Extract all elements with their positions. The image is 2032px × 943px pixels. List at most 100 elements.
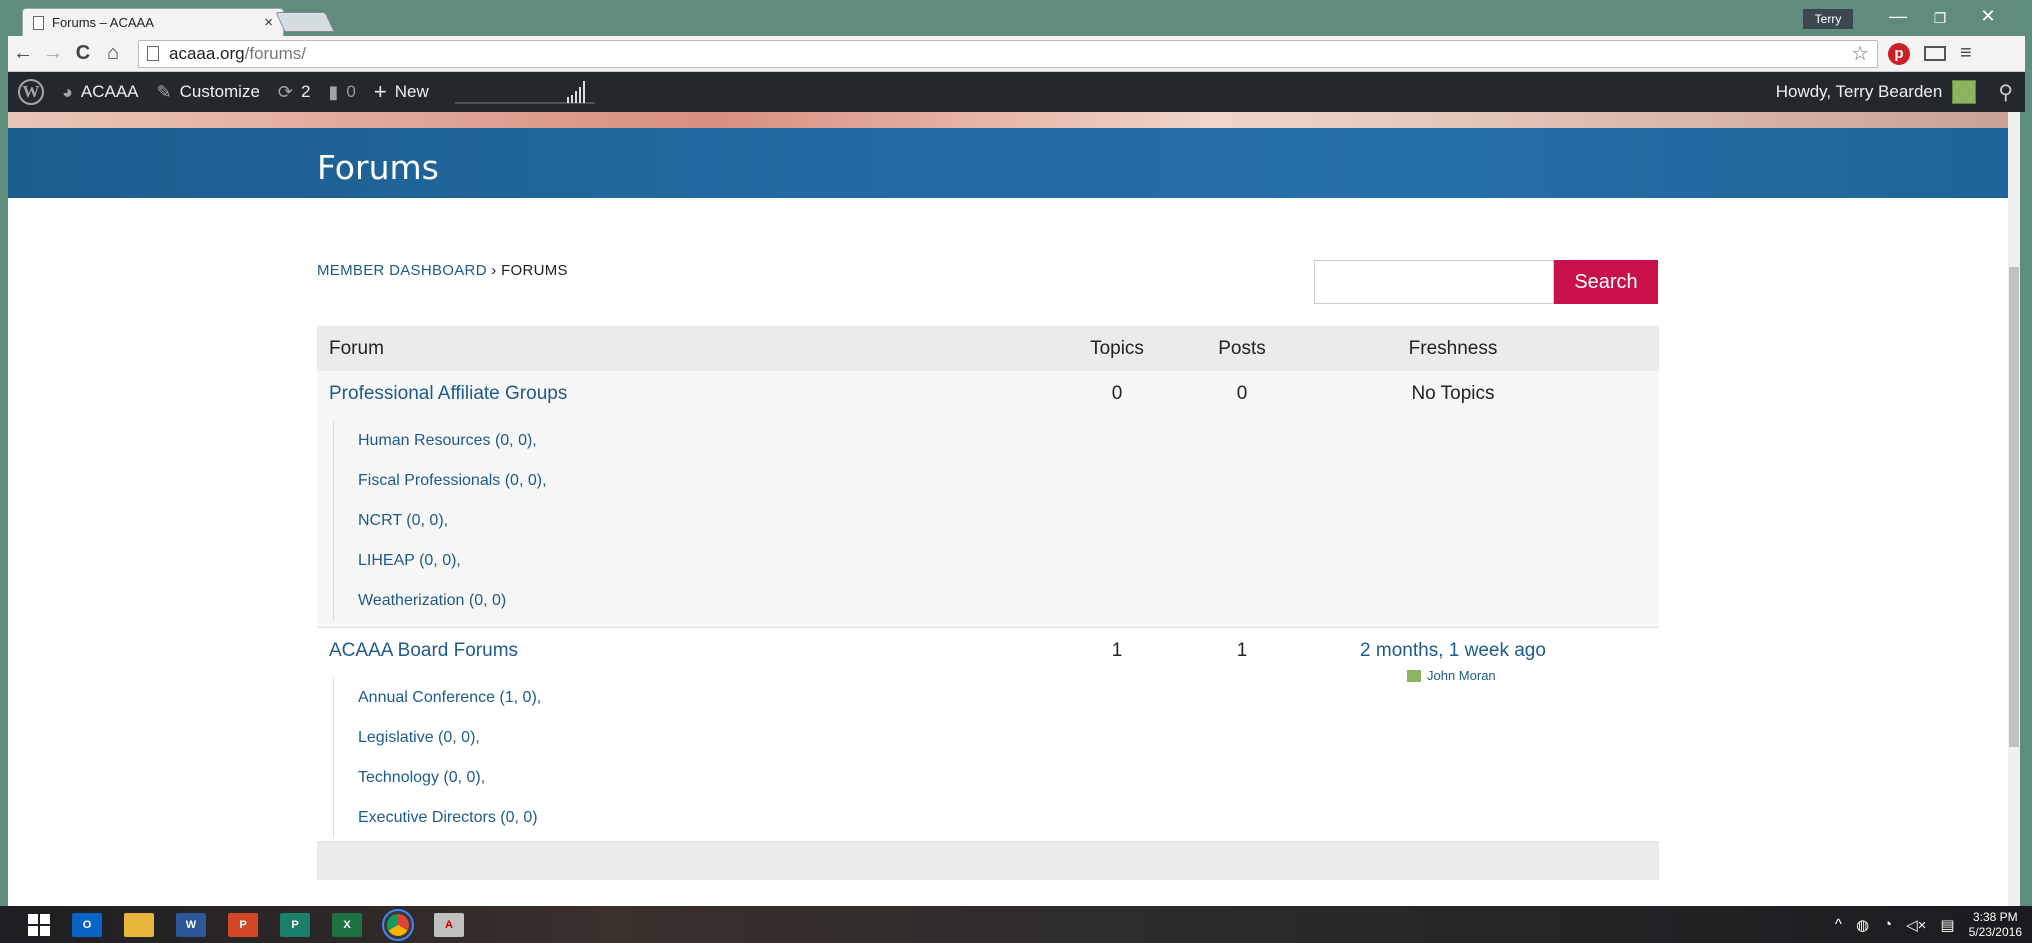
brush-icon: ✎ [156,81,172,102]
breadcrumb-home-link[interactable]: MEMBER DASHBOARD [317,262,487,279]
subforum-link[interactable]: Fiscal Professionals (0, 0), [358,461,547,501]
chevron-up-icon[interactable]: ^ [1835,916,1842,933]
publisher-icon[interactable]: P [280,912,310,937]
url-host: acaaa.org [169,43,245,63]
wifi-icon[interactable]: ◔ [1883,916,1892,933]
subforum-link[interactable]: NCRT (0, 0), [358,501,547,541]
network-icon[interactable]: ◍ [1856,916,1869,934]
menu-icon[interactable]: ≡ [1960,42,1972,65]
page-icon [147,46,159,61]
chrome-icon[interactable] [382,908,414,941]
comment-icon: ▮ [328,81,339,102]
browser-tab-strip: Forums – ACAAA × Terry — ❐ ✕ [8,0,2025,36]
notifications-icon[interactable]: ▤ [1940,916,1954,934]
subforum-link[interactable]: Technology (0, 0), [358,758,541,798]
forum-title-link[interactable]: ACAAA Board Forums [329,640,518,662]
forum-title-link[interactable]: Professional Affiliate Groups [329,383,567,405]
browser-toolbar: ← → C ⌂ acaaa.org/forums/ ☆ p ≡ [8,36,2025,72]
table-row: Professional Affiliate Groups 0 0 No Top… [317,371,1659,628]
file-explorer-icon[interactable] [124,912,154,937]
wordpress-icon[interactable]: W [18,79,44,105]
new-tab-button[interactable] [275,12,335,32]
forward-icon[interactable]: → [38,42,68,65]
address-bar[interactable]: acaaa.org/forums/ ☆ [138,39,1878,68]
outlook-icon[interactable]: O [72,912,102,937]
powerpoint-icon[interactable]: P [228,912,258,937]
freshness-text: No Topics [1411,383,1495,404]
admin-account-menu[interactable]: Howdy, Terry Bearden [1776,80,1977,104]
subforum-link[interactable]: Human Resources (0, 0), [358,421,547,461]
close-window-icon[interactable]: ✕ [1973,6,2003,27]
url-path: /forums/ [244,43,307,63]
avatar [1407,669,1421,682]
back-icon[interactable]: ← [8,42,38,65]
subforum-list: Human Resources (0, 0), Fiscal Professio… [333,421,547,621]
freshness-author-link[interactable]: John Moran [1407,668,1496,683]
column-header-freshness: Freshness [1408,337,1498,359]
excel-icon[interactable]: X [332,912,362,937]
forums-table: Forum Topics Posts Freshness Professiona… [317,326,1659,880]
post-count: 0 [1236,383,1248,404]
clock-time: 3:38 PM [1972,909,2018,924]
subforum-list: Annual Conference (1, 0), Legislative (0… [333,678,541,838]
site-name: ACAAA [80,82,139,101]
subforum-link[interactable]: Weatherization (0, 0) [358,581,547,621]
column-header-posts: Posts [1218,337,1266,359]
column-header-topics: Topics [1090,337,1144,359]
breadcrumb-current: FORUMS [501,262,568,279]
page-header-banner: Forums [8,128,2020,198]
table-row: ACAAA Board Forums 1 1 2 months, 1 week … [317,628,1659,842]
breadcrumb-separator: › [486,262,502,279]
dashboard-icon: ◕ [62,81,73,102]
profile-button[interactable]: Terry [1803,9,1853,29]
windows-taskbar: O W P P X A ^ ◍ ◔ ◁× ▤ 3:38 PM 5/23/2016 [0,906,2032,943]
search-button[interactable]: Search [1554,260,1658,304]
clock[interactable]: 3:38 PM 5/23/2016 [1969,910,2022,940]
subforum-link[interactable]: Executive Directors (0, 0) [358,798,541,838]
maximize-icon[interactable]: ❐ [1925,10,1955,27]
subforum-link[interactable]: LIHEAP (0, 0), [358,541,547,581]
tab-close-icon[interactable]: × [264,14,273,31]
scrollbar-thumb[interactable] [2009,267,2019,747]
bookmark-star-icon[interactable]: ☆ [1851,41,1869,66]
admin-new-link[interactable]: + New [374,79,429,105]
wp-admin-bar: W ◕ ACAAA ✎ Customize ⟳ 2 ▮ 0 + New Howd… [8,72,2025,112]
stats-sparkline[interactable] [454,79,595,105]
cast-icon[interactable] [1924,46,1946,61]
table-footer [317,842,1659,880]
volume-icon[interactable]: ◁× [1906,916,1926,934]
admin-updates-link[interactable]: ⟳ 2 [278,82,311,103]
minimize-icon[interactable]: — [1883,6,1913,27]
avatar [1952,80,1977,104]
updates-count: 2 [301,82,311,101]
subforum-link[interactable]: Annual Conference (1, 0), [358,678,541,718]
column-header-forum: Forum [329,337,384,359]
admin-customize-link[interactable]: ✎ Customize [157,82,260,103]
page-title: Forums [317,148,439,187]
subforum-link[interactable]: Legislative (0, 0), [358,718,541,758]
acrobat-icon[interactable]: A [434,912,464,937]
comments-count: 0 [346,82,356,101]
page-content: Forums MEMBER DASHBOARD › FORUMS Search … [8,112,2020,906]
pinterest-icon[interactable]: p [1888,42,1910,65]
new-label: New [394,82,429,101]
hero-image-strip [8,112,2020,128]
freshness-link[interactable]: 2 months, 1 week ago [1307,640,1599,662]
page-icon [33,15,44,30]
plus-icon: + [373,79,387,104]
topic-count: 0 [1111,383,1123,404]
home-icon[interactable]: ⌂ [98,42,128,65]
browser-tab-forums[interactable]: Forums – ACAAA × [22,8,284,36]
admin-site-link[interactable]: ◕ ACAAA [62,82,139,103]
reload-icon[interactable]: C [68,42,98,65]
admin-comments-link[interactable]: ▮ 0 [328,82,355,103]
scrollbar[interactable] [2008,112,2020,906]
word-icon[interactable]: W [176,912,206,937]
start-icon[interactable] [28,913,50,936]
updates-icon: ⟳ [277,81,294,102]
search-icon[interactable]: ⚲ [1998,80,2013,105]
author-name: John Moran [1427,668,1496,683]
search-input[interactable] [1314,260,1554,304]
topic-count: 1 [1111,640,1123,661]
customize-label: Customize [179,82,260,101]
